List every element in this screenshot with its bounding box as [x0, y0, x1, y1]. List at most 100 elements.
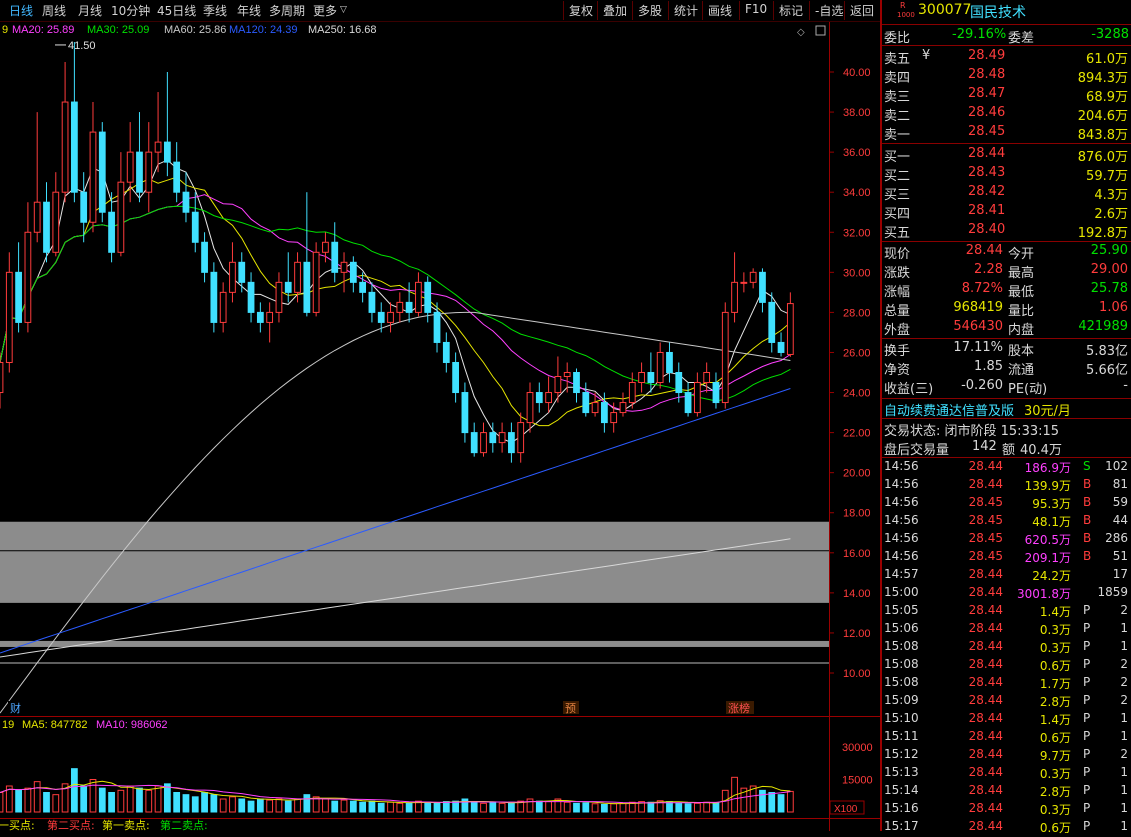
quote-label: 涨幅 — [884, 285, 911, 300]
ask-row[interactable]: 卖一 28.45 843.8万 — [882, 124, 1131, 143]
tick-count: 1 — [1120, 621, 1128, 635]
volume-bar — [359, 801, 367, 813]
promo-banner[interactable]: 自动续费通达信普及版 30元/月 — [882, 400, 1131, 419]
fundamental-label: 流通 — [1008, 363, 1035, 378]
toolbar-button[interactable]: 画线 — [708, 2, 732, 19]
bid-row[interactable]: 买四 28.41 2.6万 — [882, 203, 1131, 222]
candle — [229, 261, 236, 293]
period-tab[interactable]: 季线 — [203, 2, 227, 19]
bid-row[interactable]: 买一 28.44 876.0万 — [882, 146, 1131, 165]
volume-bar — [163, 783, 171, 813]
tick-count: 1 — [1120, 729, 1128, 743]
tick-time: 15:08 — [884, 675, 919, 689]
toolbar-button[interactable]: 返回 — [850, 2, 874, 19]
tick-time: 15:16 — [884, 801, 919, 815]
ask-price: 28.49 — [968, 48, 1006, 63]
period-toolbar: 日线 周线 月线 10分钟 45日线 季线 年线 多周期 更多 ▽ 复权 叠加 多股 统计 画线 F10 标记 -… — [0, 0, 880, 22]
ask-row[interactable]: 卖二 28.46 204.6万 — [882, 105, 1131, 124]
tick-row: 15:14 28.44 2.8万 P 1 — [882, 783, 1131, 801]
candle — [5, 271, 13, 363]
tick-price: 28.44 — [968, 657, 1003, 671]
vol-axis-label: 30000 — [842, 742, 873, 754]
volume-bar — [108, 792, 115, 813]
divider — [882, 457, 1131, 458]
bid-row[interactable]: 买二 28.43 59.7万 — [882, 165, 1131, 184]
period-tab[interactable]: 多周期 — [269, 2, 305, 19]
period-tab[interactable]: 更多 — [313, 2, 337, 19]
quote-value: 546430 — [953, 319, 1003, 334]
more-dropdown-icon[interactable]: ▽ — [340, 5, 347, 15]
volume-bar — [582, 802, 590, 813]
period-tab[interactable]: 45日线 — [157, 2, 196, 19]
stock-code: 300077 — [918, 2, 972, 18]
volume-bar — [340, 799, 348, 813]
weidiff-value: -3288 — [1091, 27, 1129, 42]
volume-bar — [191, 796, 199, 813]
toolbar-button[interactable]: 标记 — [779, 2, 803, 19]
price-axis-label: 18.00 — [843, 508, 871, 520]
diamond-icon[interactable]: ◇ — [797, 27, 805, 38]
quote-value: 8.72% — [961, 281, 1003, 296]
window-toggle-icon[interactable] — [815, 25, 826, 36]
kline-chart[interactable]: 40.00 38.00 36.00 34.00 32.00 30.00 28.00 26.00… — [0, 22, 880, 831]
bid-price: 28.43 — [968, 165, 1006, 180]
candle — [126, 151, 134, 183]
candle — [638, 372, 645, 384]
bid-volume: 876.0万 — [1077, 150, 1128, 165]
ma-legend-fragment: 9 — [2, 24, 8, 36]
period-tab[interactable]: 周线 — [42, 2, 66, 19]
tick-volume: 0.3万 — [1039, 641, 1071, 655]
toolbar-button[interactable]: -自选 — [815, 2, 843, 19]
tick-price: 28.45 — [968, 531, 1003, 545]
toolbar-button[interactable]: 复权 — [569, 2, 593, 19]
bid-label: 买五 — [884, 226, 911, 241]
ask-row[interactable]: 卖四 28.48 894.3万 — [882, 67, 1131, 86]
period-tab[interactable]: 月线 — [78, 2, 102, 19]
tick-time: 14:56 — [884, 531, 919, 545]
period-tab[interactable]: 年线 — [237, 2, 261, 19]
candle — [461, 392, 469, 434]
volume-bar — [424, 801, 432, 813]
tick-volume: 24.2万 — [1032, 569, 1071, 583]
candle — [712, 382, 720, 404]
volume-bar — [98, 787, 106, 813]
tick-count: 17 — [1112, 567, 1128, 581]
fundamental-value: - — [1123, 378, 1128, 393]
ask-row[interactable]: 卖五 ¥28.49 61.0万 — [882, 48, 1131, 67]
candle — [163, 141, 171, 163]
volume-bar — [712, 802, 720, 813]
bid-row[interactable]: 买三 28.42 4.3万 — [882, 184, 1131, 203]
bid-row[interactable]: 买五 28.40 192.8万 — [882, 222, 1131, 241]
tick-count: 2 — [1120, 657, 1128, 671]
tick-row: 14:56 28.45 209.1万 B 51 — [882, 549, 1131, 567]
ask-price: 28.46 — [968, 105, 1006, 120]
stock-header[interactable]: R 1000 300077 国民技术 — [882, 1, 1131, 24]
candle — [508, 432, 515, 454]
tick-time: 15:13 — [884, 765, 919, 779]
candle — [452, 361, 459, 394]
volume-bar — [89, 779, 97, 813]
toolbar-button[interactable]: 统计 — [674, 2, 698, 19]
tick-time: 14:57 — [884, 567, 919, 581]
candle — [275, 281, 283, 313]
candle — [582, 392, 590, 414]
volume-bar — [266, 799, 274, 813]
toolbar-button[interactable]: 叠加 — [603, 2, 627, 19]
tick-volume: 186.9万 — [1024, 461, 1071, 475]
period-tab[interactable]: 日线 — [9, 2, 33, 19]
candle — [480, 432, 487, 454]
candle — [749, 271, 757, 283]
toolbar-button[interactable]: F10 — [745, 2, 767, 16]
ask-label: 卖四 — [884, 71, 911, 86]
toolbar-button[interactable]: 多股 — [638, 2, 662, 19]
volume-bar — [759, 789, 766, 813]
quote-label: 今开 — [1008, 247, 1035, 262]
price-axis-label: 36.00 — [843, 147, 871, 159]
candle — [294, 261, 301, 293]
tick-row: 15:13 28.44 0.3万 P 1 — [882, 765, 1131, 783]
candle — [173, 161, 181, 193]
ask-row[interactable]: 卖三 28.47 68.9万 — [882, 86, 1131, 105]
candle — [312, 251, 320, 313]
tick-volume: 2.8万 — [1039, 785, 1071, 799]
period-tab[interactable]: 10分钟 — [111, 2, 150, 19]
